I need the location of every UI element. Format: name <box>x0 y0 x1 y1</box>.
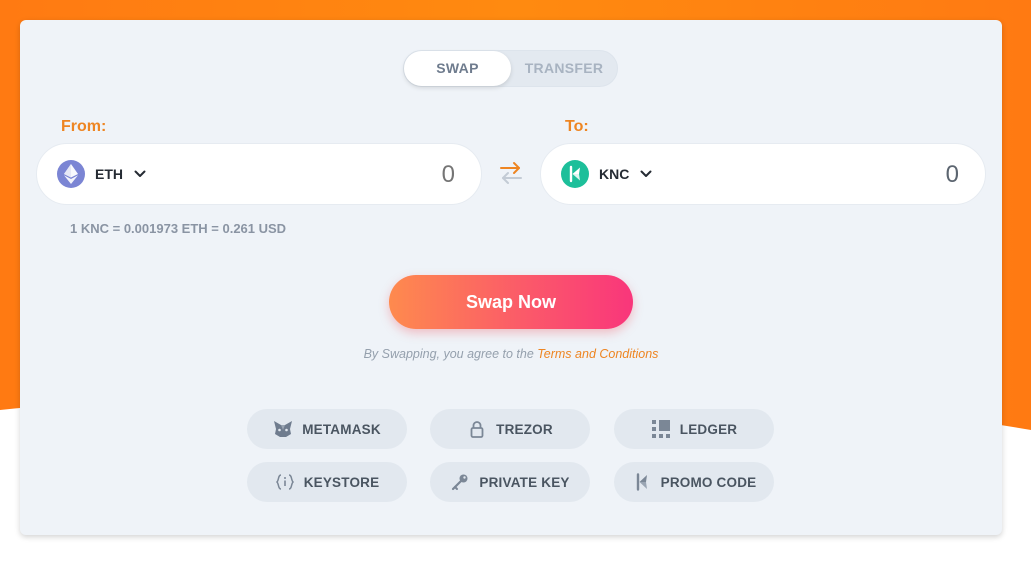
from-token-box: ETH <box>36 143 482 205</box>
keystore-braces-icon <box>275 472 295 492</box>
swap-card: SWAP TRANSFER From: To: ETH 0 KNC 0 1 KN… <box>20 20 1002 535</box>
mode-tabs: SWAP TRANSFER <box>403 50 618 87</box>
terms-link[interactable]: Terms and Conditions <box>537 347 658 361</box>
to-token-selector[interactable]: KNC <box>561 159 652 189</box>
wallet-label: TREZOR <box>496 421 553 437</box>
wallet-private-key-button[interactable]: PRIVATE KEY <box>430 462 590 502</box>
tab-swap[interactable]: SWAP <box>404 51 511 86</box>
wallet-label: LEDGER <box>679 421 738 437</box>
to-token-box: KNC <box>540 143 986 205</box>
wallet-ledger-button[interactable]: LEDGER <box>614 409 774 449</box>
key-icon <box>450 472 470 492</box>
swap-now-button[interactable]: Swap Now <box>389 275 633 329</box>
metamask-fox-icon <box>273 419 293 439</box>
wallet-label: METAMASK <box>302 421 381 437</box>
tab-transfer[interactable]: TRANSFER <box>511 51 617 86</box>
wallet-trezor-button[interactable]: TREZOR <box>430 409 590 449</box>
to-token-name: KNC <box>599 166 630 182</box>
from-token-selector[interactable]: ETH <box>57 159 146 189</box>
terms-notice: By Swapping, you agree to the Terms and … <box>20 347 1002 361</box>
exchange-rate: 1 KNC = 0.001973 ETH = 0.261 USD <box>70 221 287 236</box>
ledger-icon <box>651 419 671 439</box>
from-label: From: <box>61 118 107 135</box>
from-amount-input[interactable] <box>275 158 455 192</box>
terms-prefix: By Swapping, you agree to the <box>363 347 538 361</box>
chevron-down-icon <box>640 170 652 178</box>
to-amount-input[interactable] <box>779 158 959 192</box>
from-token-name: ETH <box>95 166 123 182</box>
wallet-promo-code-button[interactable]: PROMO CODE <box>614 462 774 502</box>
knc-icon <box>561 160 589 188</box>
kyber-promo-icon <box>632 472 652 492</box>
chevron-down-icon <box>134 170 146 178</box>
wallet-label: PROMO CODE <box>660 474 757 490</box>
wallet-label: PRIVATE KEY <box>479 474 570 490</box>
wallet-metamask-button[interactable]: METAMASK <box>247 409 407 449</box>
swap-direction-icon[interactable] <box>498 160 524 186</box>
to-label: To: <box>565 118 589 135</box>
lock-icon <box>467 419 487 439</box>
wallet-label: KEYSTORE <box>303 474 380 490</box>
eth-icon <box>57 160 85 188</box>
wallet-keystore-button[interactable]: KEYSTORE <box>247 462 407 502</box>
